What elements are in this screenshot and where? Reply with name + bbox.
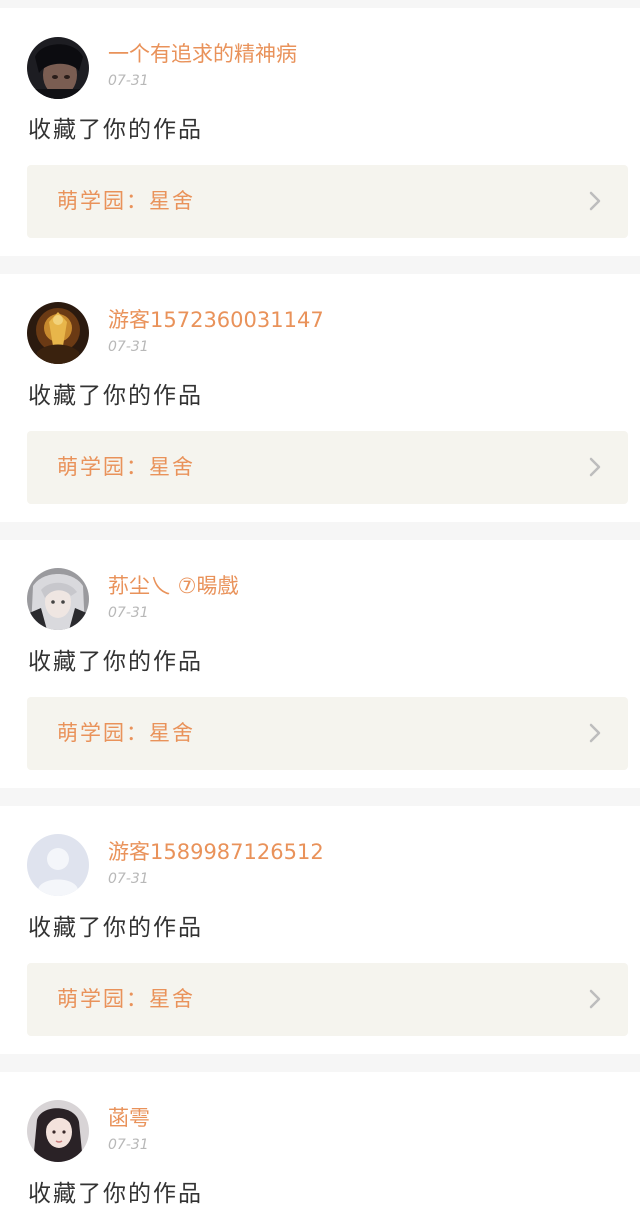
notification-card: 游客1589987126512 07-31 收藏了你的作品 萌学园：星舍	[0, 806, 640, 1054]
username[interactable]: 菡雩	[108, 1106, 150, 1130]
username[interactable]: 荪尘乀 ⑦暘戲	[108, 574, 239, 598]
user-avatar[interactable]	[27, 1100, 89, 1162]
timestamp: 07-31	[108, 73, 149, 89]
chevron-right-icon	[586, 721, 604, 745]
work-link[interactable]: 萌学园：星舍	[27, 431, 628, 504]
username[interactable]: 游客1572360031147	[108, 308, 324, 332]
avatar-golden-figure-icon	[27, 302, 89, 364]
timestamp: 07-31	[108, 871, 149, 887]
chevron-right-icon	[586, 987, 604, 1011]
activity-text: 收藏了你的作品	[28, 383, 203, 409]
avatar-girl-portrait-icon	[27, 1100, 89, 1162]
activity-text: 收藏了你的作品	[28, 915, 203, 941]
user-avatar[interactable]	[27, 302, 89, 364]
timestamp: 07-31	[108, 339, 149, 355]
avatar-dark-hair-boy-icon	[27, 37, 89, 99]
notification-card: 荪尘乀 ⑦暘戲 07-31 收藏了你的作品 萌学园：星舍	[0, 540, 640, 788]
username[interactable]: 游客1589987126512	[108, 840, 324, 864]
work-link-label: 萌学园：星舍	[57, 987, 195, 1011]
work-link-label: 萌学园：星舍	[57, 455, 195, 479]
notification-card: 游客1572360031147 07-31 收藏了你的作品 萌学园：星舍	[0, 274, 640, 522]
avatar-default-person-icon	[27, 834, 89, 896]
work-link-label: 萌学园：星舍	[57, 721, 195, 745]
username[interactable]: 一个有追求的精神病	[108, 42, 297, 66]
avatar-anime-silver-hair-icon	[27, 568, 89, 630]
notification-feed: 一个有追求的精神病 07-31 收藏了你的作品 萌学园：星舍 游客1572360…	[0, 0, 640, 1215]
work-link[interactable]: 萌学园：星舍	[27, 697, 628, 770]
work-link[interactable]: 萌学园：星舍	[27, 963, 628, 1036]
activity-text: 收藏了你的作品	[28, 117, 203, 143]
chevron-right-icon	[586, 455, 604, 479]
notification-card: 菡雩 07-31 收藏了你的作品	[0, 1072, 640, 1215]
timestamp: 07-31	[108, 605, 149, 621]
user-avatar[interactable]	[27, 37, 89, 99]
work-link[interactable]: 萌学园：星舍	[27, 165, 628, 238]
user-avatar[interactable]	[27, 834, 89, 896]
activity-text: 收藏了你的作品	[28, 649, 203, 675]
work-link-label: 萌学园：星舍	[57, 189, 195, 213]
notification-card: 一个有追求的精神病 07-31 收藏了你的作品 萌学园：星舍	[0, 8, 640, 256]
activity-text: 收藏了你的作品	[28, 1181, 203, 1207]
chevron-right-icon	[586, 189, 604, 213]
user-avatar[interactable]	[27, 568, 89, 630]
timestamp: 07-31	[108, 1137, 149, 1153]
